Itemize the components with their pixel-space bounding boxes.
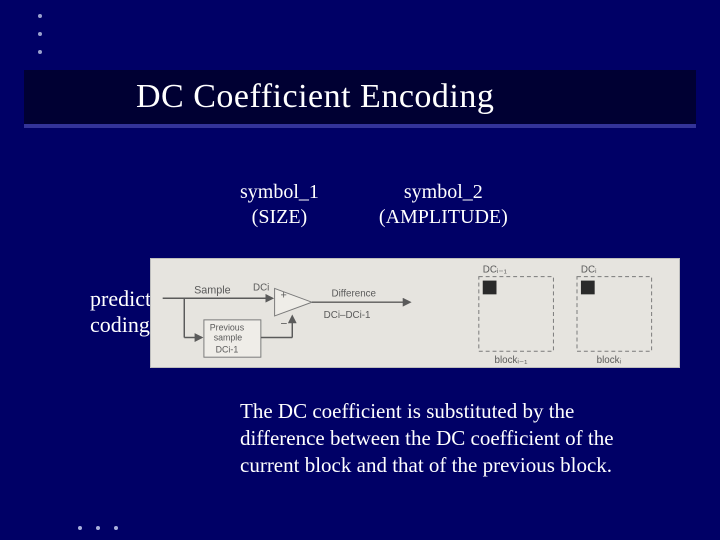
diagram-blockprev-label: blockᵢ₋₁ [495,355,529,366]
diagram-prev-l1: Previous [210,323,245,333]
symbol-1-line1: symbol_1 [240,180,319,205]
predictive-coding-diagram: Sample DCi Previous sample DCi-1 − + Dif… [150,258,680,368]
symbol-2-label: symbol_2 (AMPLITUDE) [379,180,508,230]
diagram-diffout-label: DCi–DCi-1 [324,310,371,321]
title-underline [24,124,696,128]
svg-text:+: + [280,289,286,301]
title-bar: DC Coefficient Encoding [24,70,696,124]
diagram-sample-label: Sample [194,284,231,296]
decorative-dots-vertical [38,14,42,68]
diagram-dcprev-label: DCᵢ₋₁ [483,265,508,276]
diagram-dci-label: DCi [253,282,269,293]
diagram-svg: Sample DCi Previous sample DCi-1 − + Dif… [151,259,679,367]
diagram-prev-l3: DCi-1 [216,344,239,354]
slide-title: DC Coefficient Encoding [136,78,494,116]
symbol-1-label: symbol_1 (SIZE) [240,180,319,230]
symbol-2-line2: (AMPLITUDE) [379,205,508,230]
svg-text:−: − [280,318,287,331]
symbol-labels: symbol_1 (SIZE) symbol_2 (AMPLITUDE) [240,180,600,230]
symbol-2-line1: symbol_2 [379,180,508,205]
symbol-1-line2: (SIZE) [240,205,319,230]
diagram-dccur-label: DCᵢ [581,265,597,276]
decorative-dots-horizontal [78,526,118,530]
diagram-prev-l2: sample [214,332,243,342]
body-text: The DC coefficient is substituted by the… [240,398,660,479]
diagram-difference-label: Difference [332,288,377,299]
diagram-blockcur-label: blockᵢ [597,355,622,366]
